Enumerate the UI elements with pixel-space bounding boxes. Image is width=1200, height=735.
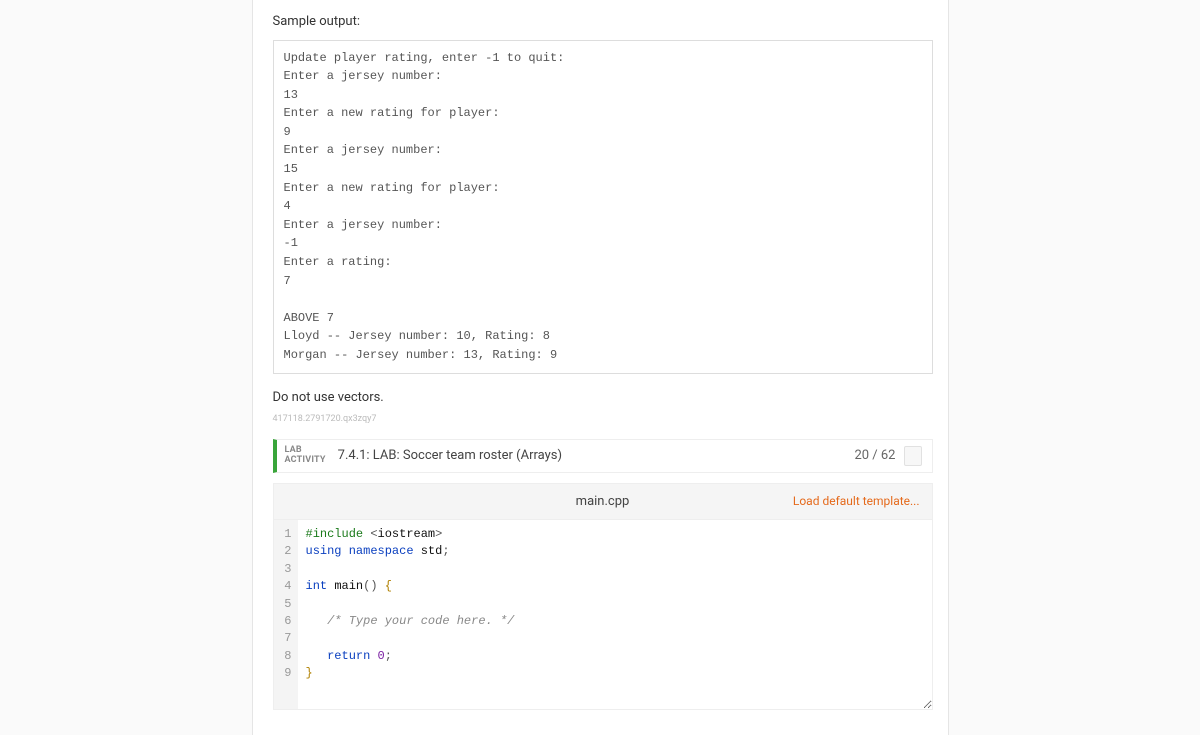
gutter-line-number: 8 [278,648,292,665]
file-tab-filename[interactable]: main.cpp [576,492,630,512]
sample-output-label: Sample output: [273,12,933,32]
code-line[interactable] [306,596,924,613]
lab-activity-title: 7.4.1: LAB: Soccer team roster (Arrays) [338,446,855,466]
code-line[interactable]: #include <iostream> [306,526,924,543]
lab-tag-line2: ACTIVITY [285,456,326,466]
sample-output-box: Update player rating, enter -1 to quit: … [273,40,933,374]
gutter-line-number: 9 [278,665,292,682]
code-line[interactable]: int main() { [306,578,924,595]
code-line[interactable]: } [306,665,924,682]
gutter-line-number: 7 [278,630,292,647]
gutter-line-number: 1 [278,526,292,543]
code-line[interactable] [306,630,924,647]
code-line[interactable]: return 0; [306,648,924,665]
lab-activity-bar: LAB ACTIVITY 7.4.1: LAB: Soccer team ros… [273,439,933,473]
no-vectors-note: Do not use vectors. [273,388,933,408]
gutter-line-number: 3 [278,561,292,578]
code-editor[interactable]: 123456789 #include <iostream>using names… [273,520,933,710]
gutter-line-number: 5 [278,596,292,613]
lab-activity-tag: LAB ACTIVITY [285,446,326,466]
load-default-template-link[interactable]: Load default template... [793,494,920,508]
code-line[interactable] [306,561,924,578]
editor-code-area[interactable]: #include <iostream>using namespace std; … [298,520,932,709]
code-line[interactable]: using namespace std; [306,543,924,560]
lab-activity-chip-icon[interactable] [904,446,922,466]
gutter-line-number: 4 [278,578,292,595]
content-panel: Sample output: Update player rating, ent… [252,0,949,735]
file-tab-bar: main.cpp Load default template... [273,483,933,521]
editor-gutter: 123456789 [274,520,298,709]
lab-activity-score: 20 / 62 [854,446,895,466]
gutter-line-number: 2 [278,543,292,560]
question-id: 417118.2791720.qx3zqy7 [273,413,933,427]
